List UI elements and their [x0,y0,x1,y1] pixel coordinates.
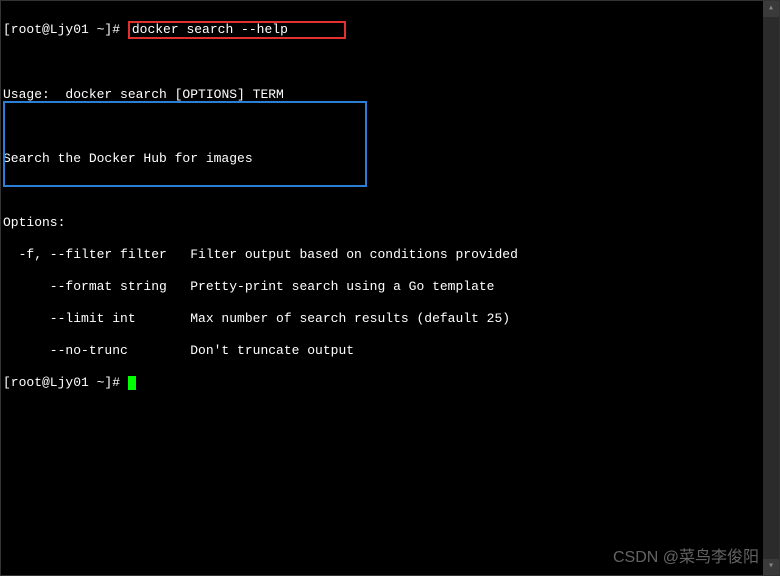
option-flag: --no-trunc [3,343,167,358]
option-desc: Pretty-print search using a Go template [167,279,495,294]
scrollbar[interactable]: ▴ ▾ [763,1,779,575]
watermark-text: CSDN @菜鸟李俊阳 [613,543,759,567]
option-flag: --format string [3,279,167,294]
command-highlight: docker search --help [128,21,347,39]
usage-text: docker search [OPTIONS] TERM [50,87,284,102]
prompt-user-host: [root@Ljy01 ~]# [3,375,120,390]
option-desc: Don't truncate output [167,343,354,358]
scroll-down-arrow-icon[interactable]: ▾ [763,559,779,575]
option-desc: Filter output based on conditions provid… [167,247,518,262]
scroll-up-arrow-icon[interactable]: ▴ [763,1,779,17]
option-flag: -f, --filter filter [3,247,167,262]
options-header: Options: [3,215,777,231]
prompt-user-host: [root@Ljy01 ~]# [3,22,120,37]
terminal-output[interactable]: [root@Ljy01 ~]# docker search --help Usa… [1,1,779,411]
option-flag: --limit int [3,311,167,326]
usage-label: Usage: [3,87,50,102]
command-text: docker search --help [132,22,288,37]
description-text: Search the Docker Hub for images [3,151,777,167]
option-desc: Max number of search results (default 25… [167,311,510,326]
cursor-icon [128,376,136,390]
